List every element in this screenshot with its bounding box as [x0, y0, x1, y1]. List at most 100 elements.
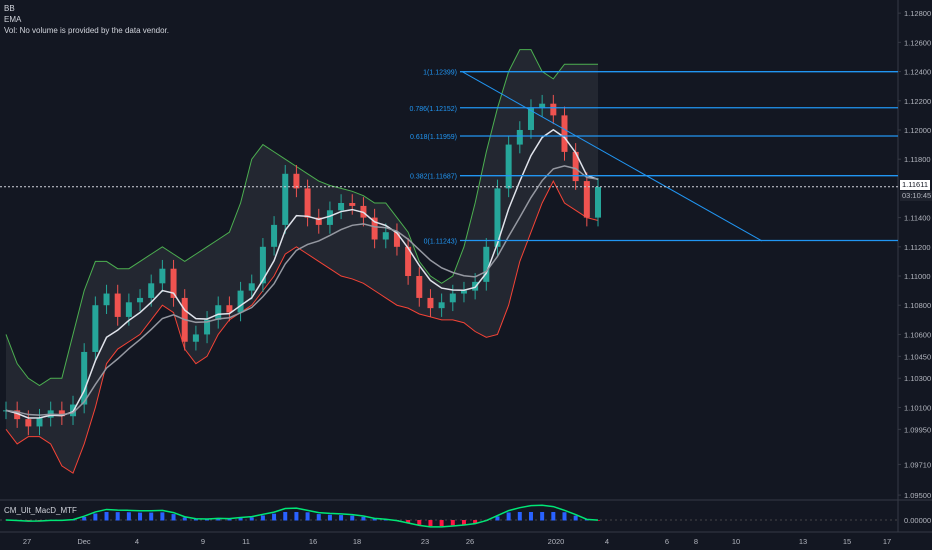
- legend: BB EMA Vol: No volume is provided by the…: [4, 3, 169, 36]
- y-tick-label: 1.10100: [904, 403, 931, 412]
- y-tick-label: 1.12000: [904, 126, 931, 135]
- candle-body: [449, 293, 456, 303]
- candle-body: [460, 290, 467, 294]
- x-tick-label: 23: [421, 537, 429, 546]
- x-tick-label: 11: [242, 537, 250, 546]
- candle-body: [92, 305, 99, 352]
- candle-body: [304, 188, 311, 218]
- fib-level-label: 1(1.12399): [423, 70, 457, 77]
- osc-histogram-bar: [138, 512, 143, 521]
- x-tick-label: 13: [799, 537, 807, 546]
- y-tick-label: 1.10600: [904, 330, 931, 339]
- osc-histogram-bar: [171, 514, 176, 521]
- candle-body: [282, 173, 289, 225]
- x-tick-label: 4: [135, 537, 139, 546]
- osc-histogram-bar: [327, 514, 332, 521]
- candle-body: [148, 283, 155, 298]
- osc-zero-label: 0.00000: [904, 516, 931, 525]
- osc-histogram-bar: [517, 512, 522, 521]
- candle-body: [25, 419, 32, 427]
- candle-body: [293, 173, 300, 189]
- candle-body: [550, 103, 557, 116]
- candle-body: [103, 293, 110, 306]
- osc-histogram-bar: [428, 520, 433, 527]
- candle-body: [516, 129, 523, 145]
- x-tick-label: 4: [605, 537, 609, 546]
- osc-histogram-bar: [551, 512, 556, 521]
- y-tick-label: 1.12800: [904, 9, 931, 18]
- osc-histogram-bar: [182, 517, 187, 521]
- y-tick-label: 1.10800: [904, 301, 931, 310]
- y-tick-label: 1.11800: [904, 155, 931, 164]
- candle-body: [192, 334, 199, 342]
- osc-histogram-bar: [82, 516, 87, 521]
- candle-body: [416, 276, 423, 298]
- candle-body: [326, 210, 333, 225]
- y-tick-label: 1.12600: [904, 38, 931, 47]
- fib-level-label: 0.618(1.11959): [410, 134, 457, 141]
- x-tick-label: 2020: [548, 537, 565, 546]
- y-tick-label: 1.11400: [904, 214, 931, 223]
- x-tick-label: 26: [466, 537, 474, 546]
- osc-histogram-bar: [249, 517, 254, 521]
- x-tick-label: 9: [201, 537, 205, 546]
- osc-histogram-bar: [305, 512, 310, 521]
- candle-body: [438, 302, 445, 309]
- osc-histogram-bar: [417, 520, 422, 525]
- candle-body: [137, 297, 144, 303]
- fib-level-label: 0.786(1.12152): [410, 106, 457, 113]
- x-tick-label: 6: [665, 537, 669, 546]
- chart-canvas[interactable]: 1.12800 1.12600 1.12400 1.12200 1.12000 1.118…: [0, 0, 932, 550]
- osc-histogram-bar: [316, 514, 321, 521]
- x-tick-label: 8: [694, 537, 698, 546]
- osc-histogram-bar: [126, 512, 131, 521]
- y-tick-label: 1.11000: [904, 272, 931, 281]
- osc-histogram-bar: [528, 512, 533, 521]
- candle-body: [595, 186, 601, 218]
- candle-body: [349, 202, 356, 206]
- legend-bb: BB: [4, 4, 15, 13]
- osc-histogram-bar: [562, 512, 567, 521]
- osc-histogram-bar: [115, 512, 120, 521]
- x-tick-label: 16: [309, 537, 317, 546]
- osc-histogram-bar: [149, 512, 154, 521]
- chart-root: { "legend": { "bb": "BB", "ema": "EMA", …: [0, 0, 932, 550]
- candle-body: [248, 283, 255, 291]
- osc-histogram-bar: [461, 520, 466, 525]
- candle-body: [237, 290, 244, 313]
- x-tick-label: Dec: [77, 537, 91, 546]
- osc-histogram-bar: [540, 512, 545, 521]
- y-tick-label: 1.09710: [904, 460, 931, 469]
- countdown-tag: 03:10:45: [900, 191, 932, 201]
- osc-histogram-bar: [506, 512, 511, 521]
- x-tick-label: 18: [353, 537, 361, 546]
- candle-body: [505, 144, 512, 189]
- candle-body: [338, 202, 345, 211]
- oscillator-label: CM_Ult_MacD_MTF: [4, 506, 77, 515]
- y-tick-label: 1.09500: [904, 491, 931, 500]
- x-tick-label: 17: [883, 537, 891, 546]
- y-tick-label: 1.09950: [904, 425, 931, 434]
- candle-body: [36, 417, 43, 427]
- y-tick-label: 1.12200: [904, 97, 931, 106]
- osc-histogram-bar: [294, 512, 299, 521]
- osc-histogram-bar: [272, 513, 277, 521]
- x-tick-label: 10: [732, 537, 740, 546]
- osc-histogram-bar: [573, 515, 578, 521]
- candle-body: [114, 293, 121, 317]
- candle-body: [159, 268, 166, 284]
- candle-body: [271, 224, 278, 247]
- osc-histogram-bar: [450, 520, 455, 526]
- y-tick-label: 1.10300: [904, 374, 931, 383]
- last-price-tag[interactable]: 1.11611: [900, 180, 930, 190]
- candle-body: [81, 351, 88, 405]
- osc-histogram-bar: [350, 515, 355, 521]
- y-tick-label: 1.10450: [904, 352, 931, 361]
- candle-body: [561, 115, 568, 152]
- x-tick-label: 27: [23, 537, 31, 546]
- osc-histogram-bar: [339, 515, 344, 521]
- osc-histogram-bar: [93, 513, 98, 521]
- legend-ema: EMA: [4, 15, 22, 24]
- osc-histogram-bar: [439, 520, 444, 527]
- osc-histogram-bar: [104, 512, 109, 521]
